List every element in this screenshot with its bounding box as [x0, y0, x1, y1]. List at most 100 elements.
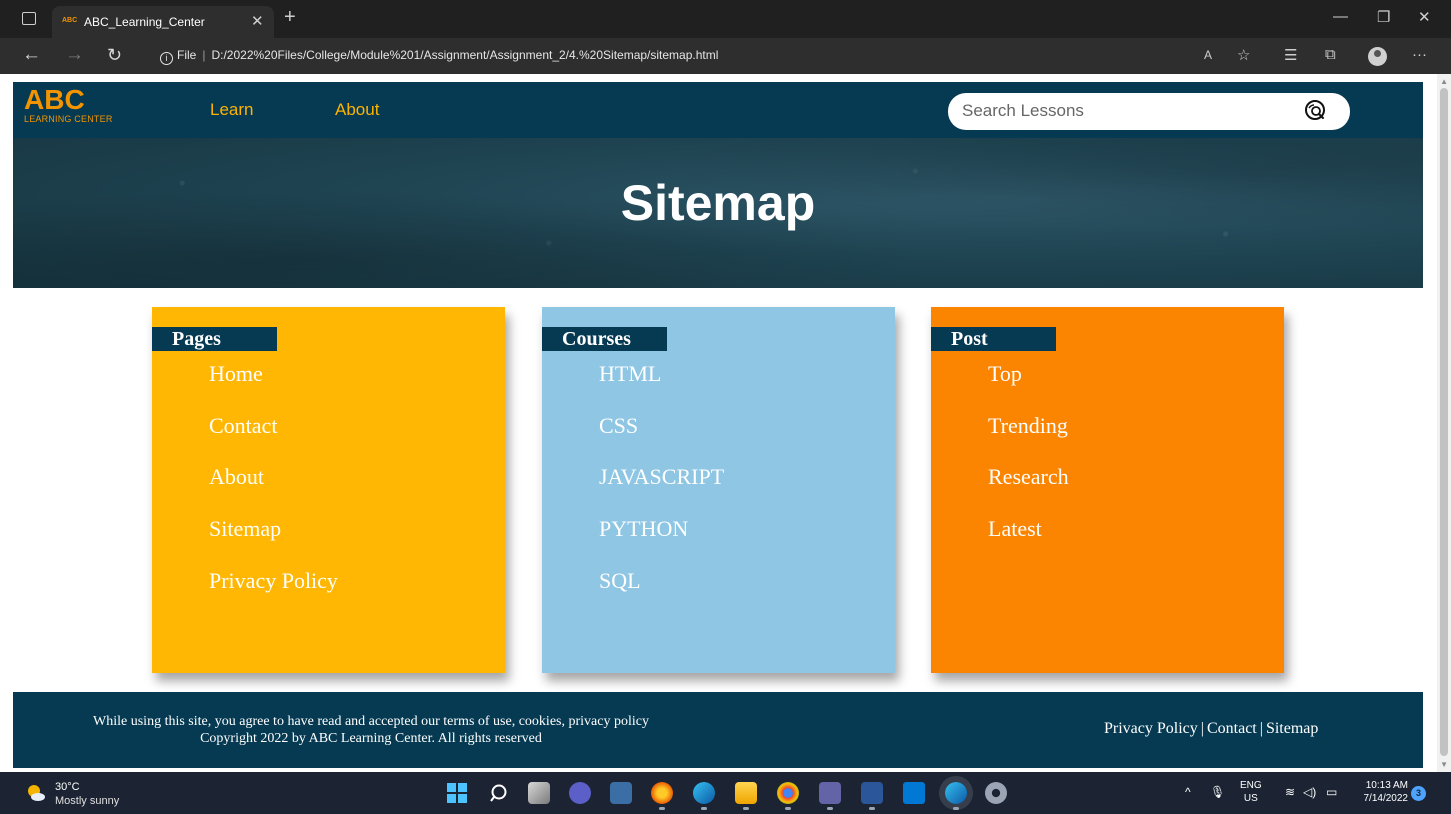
file-explorer-icon[interactable]: [735, 782, 757, 810]
sitemap-link-contact[interactable]: Contact: [209, 413, 277, 438]
site-header: ABC LEARNING CENTER Learn About: [13, 82, 1423, 138]
sitemap-link-trending[interactable]: Trending: [988, 413, 1068, 438]
edge-active-icon[interactable]: [945, 782, 967, 810]
list-item: JAVASCRIPT: [599, 464, 724, 516]
list-item: Top: [988, 361, 1069, 413]
sitemap-link-sitemap[interactable]: Sitemap: [209, 516, 281, 541]
sitemap-link-latest[interactable]: Latest: [988, 516, 1042, 541]
footer-link-sitemap[interactable]: Sitemap: [1266, 720, 1318, 737]
sitemap-card-courses: Courses HTML CSS JAVASCRIPT PYTHON SQL: [542, 307, 895, 673]
address-separator: |: [202, 48, 206, 62]
browser-tab-bar: ABC ABC_Learning_Center ✕ + — ❐ ✕: [0, 0, 1451, 38]
close-tab-icon[interactable]: ✕: [251, 12, 264, 30]
favorites-icon[interactable]: ☰: [1284, 46, 1297, 64]
card-link-list: HTML CSS JAVASCRIPT PYTHON SQL: [599, 361, 724, 619]
new-tab-icon[interactable]: +: [284, 7, 296, 27]
card-heading-courses: Courses: [542, 327, 667, 351]
logo-main-text: ABC: [24, 84, 85, 115]
list-item: SQL: [599, 568, 724, 620]
sitemap-link-css[interactable]: CSS: [599, 413, 638, 438]
restore-icon[interactable]: ❐: [1377, 8, 1390, 26]
battery-icon[interactable]: ▭: [1326, 785, 1337, 799]
sitemap-link-research[interactable]: Research: [988, 464, 1069, 489]
sitemap-link-top[interactable]: Top: [988, 361, 1022, 386]
more-options-icon[interactable]: ···: [1412, 46, 1427, 63]
nav-link-about[interactable]: About: [335, 100, 379, 120]
site-logo[interactable]: ABC LEARNING CENTER: [24, 84, 113, 125]
sitemap-card-pages: Pages Home Contact About Sitemap Privacy…: [152, 307, 505, 673]
chrome-icon[interactable]: [777, 782, 799, 810]
minimize-icon[interactable]: —: [1333, 8, 1348, 25]
address-scheme: File: [177, 48, 197, 62]
list-item: Home: [209, 361, 338, 413]
firefox-icon[interactable]: [651, 782, 673, 810]
footer-links: Privacy Policy | Contact | Sitemap: [1104, 720, 1318, 738]
add-favorite-icon[interactable]: ☆: [1237, 46, 1250, 64]
language-secondary: US: [1243, 793, 1258, 804]
refresh-icon[interactable]: ↻: [107, 45, 122, 65]
address-url: D:/2022%20Files/College/Module%201/Assig…: [211, 48, 719, 62]
system-clock[interactable]: 10:13 AM 7/14/2022: [1354, 779, 1409, 805]
browser-tab-active[interactable]: ABC ABC_Learning_Center ✕: [52, 6, 274, 38]
search-input[interactable]: [962, 100, 1292, 122]
scrollbar-thumb[interactable]: [1440, 88, 1448, 756]
weather-sun-cloud-icon[interactable]: [26, 783, 46, 803]
card-heading-post: Post: [931, 327, 1056, 351]
logo-sub-text: LEARNING CENTER: [24, 114, 113, 124]
search-icon[interactable]: [1304, 99, 1328, 123]
footer-separator: |: [1259, 720, 1263, 737]
card-link-list: Top Trending Research Latest: [988, 361, 1069, 568]
sitemap-link-javascript[interactable]: JAVASCRIPT: [599, 464, 724, 489]
tab-actions-icon[interactable]: [22, 12, 36, 25]
teams-icon[interactable]: [819, 782, 841, 810]
footer-link-contact[interactable]: Contact: [1207, 720, 1257, 737]
clock-time: 10:13 AM: [1365, 780, 1408, 791]
sitemap-link-python[interactable]: PYTHON: [599, 516, 688, 541]
search-box: [948, 93, 1350, 130]
read-aloud-icon[interactable]: A: [1204, 48, 1212, 62]
clock-date: 7/14/2022: [1363, 793, 1409, 804]
footer-link-privacy-policy[interactable]: Privacy Policy: [1104, 720, 1198, 737]
footer-notice: While using this site, you agree to have…: [13, 713, 729, 747]
page-title: Sitemap: [620, 175, 816, 231]
sitemap-link-html[interactable]: HTML: [599, 361, 661, 386]
input-language[interactable]: ENG US: [1240, 779, 1262, 805]
site-info-icon[interactable]: i: [160, 52, 173, 65]
word-icon[interactable]: [861, 782, 883, 810]
windows-taskbar: 30°C Mostly sunny ^ 🎙 ENG US ≋ ◁) ▭ 10:1…: [0, 772, 1451, 814]
back-icon[interactable]: ←: [22, 45, 41, 65]
task-view-icon[interactable]: [528, 782, 550, 804]
vscode-icon[interactable]: [903, 782, 925, 804]
vertical-scrollbar[interactable]: ▲ ▼: [1437, 74, 1451, 772]
weather-temperature: 30°C: [55, 781, 80, 793]
nav-link-learn[interactable]: Learn: [210, 100, 253, 120]
scroll-up-icon[interactable]: ▲: [1440, 77, 1448, 86]
show-hidden-icons-icon[interactable]: ^: [1185, 785, 1191, 799]
sitemap-link-privacy-policy[interactable]: Privacy Policy: [209, 568, 338, 593]
sitemap-link-sql[interactable]: SQL: [599, 568, 641, 593]
volume-icon[interactable]: ◁): [1303, 785, 1316, 799]
sitemap-link-about[interactable]: About: [209, 464, 264, 489]
address-field[interactable]: i File | D:/2022%20Files/College/Module%201…: [160, 48, 718, 65]
close-window-icon[interactable]: ✕: [1418, 8, 1431, 26]
profile-avatar-icon[interactable]: [1368, 47, 1387, 66]
wifi-icon[interactable]: ≋: [1285, 785, 1295, 799]
search-taskbar-icon[interactable]: [489, 782, 511, 804]
sitemap-card-post: Post Top Trending Research Latest: [931, 307, 1284, 673]
tab-favicon: ABC: [62, 17, 78, 24]
windows-start-icon[interactable]: [446, 782, 468, 804]
page-viewport: ABC LEARNING CENTER Learn About Sitemap …: [0, 74, 1451, 772]
settings-gear-icon[interactable]: [985, 782, 1007, 804]
widgets-icon[interactable]: [610, 782, 632, 804]
sitemap-link-home[interactable]: Home: [209, 361, 263, 386]
edge-icon[interactable]: [693, 782, 715, 810]
notification-badge[interactable]: 3: [1411, 786, 1426, 801]
site-footer: While using this site, you agree to have…: [13, 692, 1423, 768]
microphone-muted-icon[interactable]: 🎙: [1210, 785, 1225, 799]
list-item: Research: [988, 464, 1069, 516]
collections-icon[interactable]: ⧉: [1325, 46, 1336, 63]
card-heading-pages: Pages: [152, 327, 277, 351]
teams-chat-icon[interactable]: [569, 782, 591, 804]
scroll-down-icon[interactable]: ▼: [1440, 760, 1448, 769]
forward-icon[interactable]: →: [65, 45, 84, 65]
